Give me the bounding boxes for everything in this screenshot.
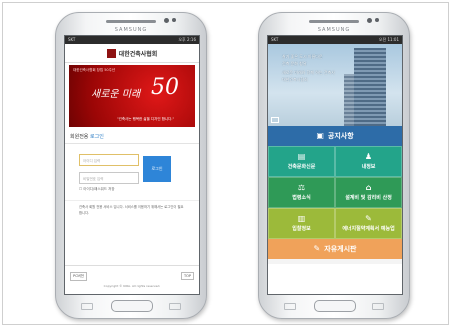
menu-label: 내정보: [361, 164, 376, 170]
remember-label: 아이디/패스워드 저장: [83, 187, 115, 191]
brand-logo: SAMSUNG: [114, 27, 148, 33]
home-button[interactable]: [111, 300, 153, 312]
banner-script-text: 새로운 미래: [91, 89, 141, 100]
login-heading: 회원전용 로그인: [65, 127, 199, 144]
menu-label: 에너지절약계획서 예능업: [342, 226, 395, 232]
footer: PC버전 TOP Copyright © KIRA. All rights re…: [65, 265, 199, 294]
login-heading-accent: 로그인: [90, 134, 104, 140]
screen-icon: [271, 117, 279, 123]
front-camera: [367, 18, 372, 23]
site-header[interactable]: 대한건축사협회: [65, 44, 199, 63]
hero-line: 살기 좋은 도시 아름다운: [282, 54, 323, 59]
menu-fee-calc[interactable]: ⌂ 설계비 및 감리비 산정: [335, 177, 402, 208]
document-icon: ▥: [297, 214, 306, 223]
front-camera: [164, 18, 169, 23]
notice-label: 공지사항: [327, 132, 354, 140]
banner-anniversary-number: 50: [151, 75, 179, 100]
login-button[interactable]: 로그인: [143, 156, 171, 182]
login-form: 아이디 입력 비밀번호 입력 로그인 ☐ 아이디/패스워드 저장: [65, 144, 199, 194]
site-title: 대한건축사협회: [118, 50, 158, 58]
top-button[interactable]: TOP: [180, 272, 194, 280]
clock: 오전 11:01: [378, 37, 399, 42]
menu-my-info[interactable]: ♟ 내정보: [335, 146, 402, 177]
pencil-icon: ✎: [313, 244, 321, 253]
brand-logo: SAMSUNG: [317, 27, 351, 33]
free-board-label: 자유게시판: [324, 245, 357, 253]
scales-icon: ⚖: [297, 183, 306, 192]
id-input[interactable]: 아이디 입력: [79, 154, 139, 166]
menu-label: 건축문화신문: [287, 164, 316, 170]
user-icon: ♟: [364, 152, 373, 161]
screen-main-menu: SKT 오전 11:01 살기 좋은 도시 아름다운 건축 문화 창달 새로운 …: [267, 35, 403, 295]
recent-apps-key[interactable]: [81, 303, 93, 310]
menu-label: 설계비 및 감리비 산정: [345, 195, 392, 201]
bottom-strip: [268, 259, 402, 264]
screen-login: SKT 오후 2:16 대한건축사협회 대한건축사협회 창립 50주년 새로운 …: [64, 35, 200, 295]
hero-banner[interactable]: 살기 좋은 도시 아름다운 건축 문화 창달 새로운 미래와 함께 하는 건축사…: [268, 44, 402, 126]
phone-left: SAMSUNG SKT 오후 2:16 대한건축사협회 대한건축사협회 창립 5…: [55, 12, 207, 319]
sensor: [375, 18, 379, 22]
carrier-label: SKT: [68, 37, 76, 42]
menu-energy-plan[interactable]: ✎ 에너지절약계획서 예능업: [335, 208, 402, 239]
password-input[interactable]: 비밀번호 입력: [79, 172, 139, 184]
menu-label: 법령소식: [292, 195, 311, 201]
menu-law-news[interactable]: ⚖ 법령소식: [268, 177, 335, 208]
carrier-label: SKT: [271, 37, 279, 42]
building-image: [354, 48, 386, 126]
speaker-grille: [106, 20, 156, 23]
newspaper-icon: ▤: [297, 152, 306, 161]
kira-logo-icon: [106, 48, 116, 58]
hero-line: 건축 문화 창달: [282, 61, 307, 66]
remember-checkbox[interactable]: ☐ 아이디/패스워드 저장: [79, 187, 115, 192]
phone-right: SAMSUNG SKT 오전 11:01 살기 좋은 도시 아름다운 건축 문화…: [258, 12, 410, 319]
clock: 오후 2:16: [178, 37, 196, 42]
notice-button[interactable]: ▣ 공지사항: [268, 126, 402, 146]
free-board-button[interactable]: ✎ 자유게시판: [268, 239, 402, 259]
menu-label: 입찰정보: [292, 226, 311, 232]
banner-slogan: "건축사는 행복한 삶을 디자인 합니다.": [117, 117, 175, 121]
recent-apps-key[interactable]: [284, 303, 296, 310]
hero-line: 새로운 미래와 함께 하는 건축사: [282, 70, 335, 75]
menu-grid: ▤ 건축문화신문 ♟ 내정보 ⚖ 법령소식 ⌂ 설계비 및 감리비 산정 ▥ 입…: [268, 146, 402, 239]
pencil-icon: ✎: [365, 214, 372, 223]
sensor: [172, 18, 176, 22]
menu-news[interactable]: ▤ 건축문화신문: [268, 146, 335, 177]
status-bar: SKT 오전 11:01: [268, 36, 402, 44]
service-note: 건축사 회원 전용 서비스 입니다. 서비스를 이용하기 위해서는 로그인이 필…: [65, 200, 199, 219]
hero-line: 대한건축사협회: [282, 77, 308, 82]
house-icon: ⌂: [365, 183, 372, 192]
banner-top-text: 대한건축사협회 창립 50주년: [73, 68, 116, 72]
login-heading-prefix: 회원전용: [70, 134, 90, 140]
back-key[interactable]: [169, 303, 181, 310]
home-button[interactable]: [314, 300, 356, 312]
status-bar: SKT 오후 2:16: [65, 36, 199, 44]
board-icon: ▣: [316, 131, 324, 140]
back-key[interactable]: [372, 303, 384, 310]
speaker-grille: [309, 20, 359, 23]
copyright: Copyright © KIRA. All rights reserved.: [103, 284, 161, 288]
menu-bid-info[interactable]: ▥ 입찰정보: [268, 208, 335, 239]
anniversary-banner[interactable]: 대한건축사협회 창립 50주년 새로운 미래 50 "건축사는 행복한 삶을 디…: [69, 65, 195, 127]
pc-version-button[interactable]: PC버전: [70, 272, 87, 281]
